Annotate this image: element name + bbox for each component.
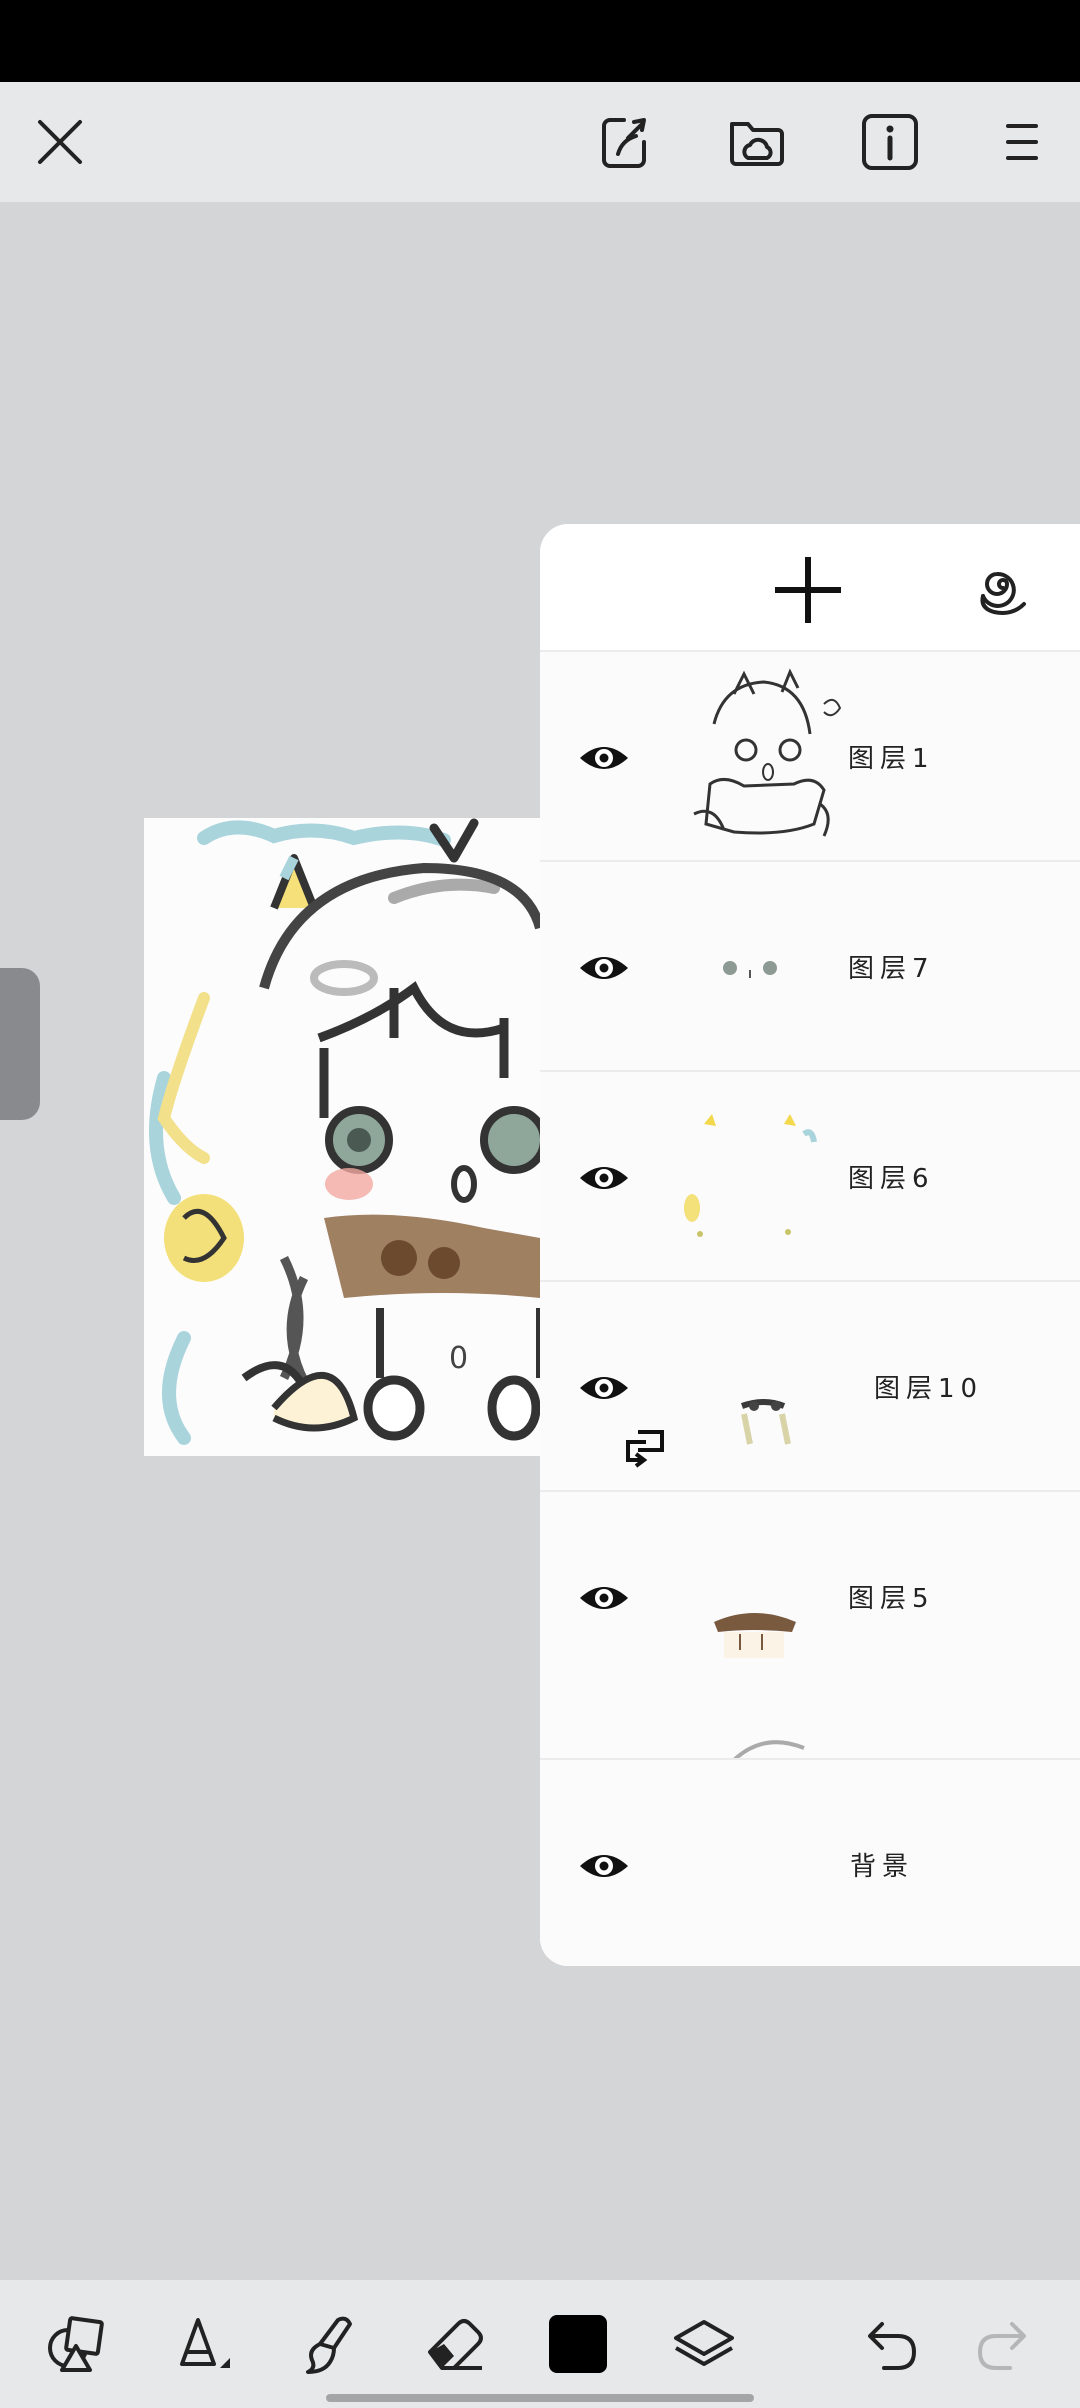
- layer-row[interactable]: 图层5: [540, 1492, 1080, 1702]
- artwork-illustration: 0: [149, 818, 540, 1445]
- home-indicator: [326, 2394, 754, 2402]
- layer-thumbnail: [740, 1399, 791, 1445]
- current-color-swatch: [549, 2315, 607, 2373]
- side-slider-handle[interactable]: [0, 968, 40, 1120]
- info-button[interactable]: [852, 104, 928, 180]
- visibility-eye-icon[interactable]: [576, 730, 632, 786]
- smudge-tool-button[interactable]: [292, 2308, 364, 2380]
- brush-tool-icon: [180, 2318, 230, 2368]
- artwork-canvas[interactable]: 0: [144, 818, 540, 1456]
- brush-tool-button[interactable]: [166, 2308, 238, 2380]
- layer-thumbnail: [714, 1613, 796, 1658]
- layer-name: 图层10: [874, 1374, 984, 1404]
- layer-name: 图层7: [848, 954, 935, 984]
- color-picker-button[interactable]: [542, 2308, 614, 2380]
- visibility-eye-icon[interactable]: [576, 1570, 632, 1626]
- eraser-tool-button[interactable]: [418, 2308, 490, 2380]
- layer-thumbnail: [733, 1740, 805, 1758]
- layer-thumbnail: [723, 961, 777, 978]
- smudge-tool-icon: [306, 2316, 352, 2374]
- menu-icon: [1006, 124, 1038, 160]
- shapes-tool-icon: [48, 2316, 104, 2372]
- layer-name: 背景: [850, 1852, 915, 1882]
- visibility-eye-icon[interactable]: [576, 1150, 632, 1206]
- shapes-tool-button[interactable]: [40, 2308, 112, 2380]
- layer-name: 图层5: [848, 1584, 935, 1614]
- close-button[interactable]: [22, 104, 98, 180]
- cloud-folder-icon: [730, 122, 784, 166]
- visibility-eye-icon[interactable]: [576, 940, 632, 996]
- menu-button[interactable]: [984, 104, 1060, 180]
- layer-row[interactable]: 图层6: [540, 1072, 1080, 1282]
- layers-icon: [674, 2320, 734, 2366]
- layer-row[interactable]: 图层1: [540, 652, 1080, 862]
- layer-name: 图层1: [848, 744, 935, 774]
- bottom-toolbar: [0, 2280, 1080, 2408]
- undo-icon: [868, 2322, 917, 2370]
- layer-thumbnail: [684, 1114, 817, 1237]
- redo-button[interactable]: [970, 2308, 1042, 2380]
- undo-button[interactable]: [852, 2308, 924, 2380]
- layer-row-partial[interactable]: [540, 1696, 1080, 1760]
- info-icon: [862, 114, 918, 170]
- layers-button[interactable]: [668, 2308, 740, 2380]
- svg-text:0: 0: [449, 1341, 468, 1376]
- export-button[interactable]: [586, 104, 662, 180]
- layer-row[interactable]: 图层10: [540, 1282, 1080, 1492]
- top-toolbar: [0, 82, 1080, 202]
- eraser-tool-icon: [428, 2319, 483, 2370]
- redo-icon: [977, 2322, 1026, 2370]
- layer-thumbnail: [693, 668, 842, 837]
- status-bar: [0, 0, 1080, 82]
- layers-panel: 图层1 图层7 图层6 图层10 图层5 背景: [540, 524, 1080, 1966]
- close-icon: [38, 120, 82, 164]
- spiral-options-icon[interactable]: [970, 554, 1036, 620]
- visibility-eye-icon[interactable]: [576, 1838, 632, 1894]
- layers-panel-header: [540, 524, 1080, 652]
- cloud-folder-button[interactable]: [718, 104, 794, 180]
- layer-row-background[interactable]: 背景: [540, 1760, 1080, 1966]
- add-layer-icon[interactable]: [770, 552, 846, 628]
- layer-name: 图层6: [848, 1164, 935, 1194]
- layer-row[interactable]: 图层7: [540, 862, 1080, 1072]
- share-export-icon: [602, 118, 646, 168]
- visibility-eye-icon[interactable]: [576, 1360, 632, 1416]
